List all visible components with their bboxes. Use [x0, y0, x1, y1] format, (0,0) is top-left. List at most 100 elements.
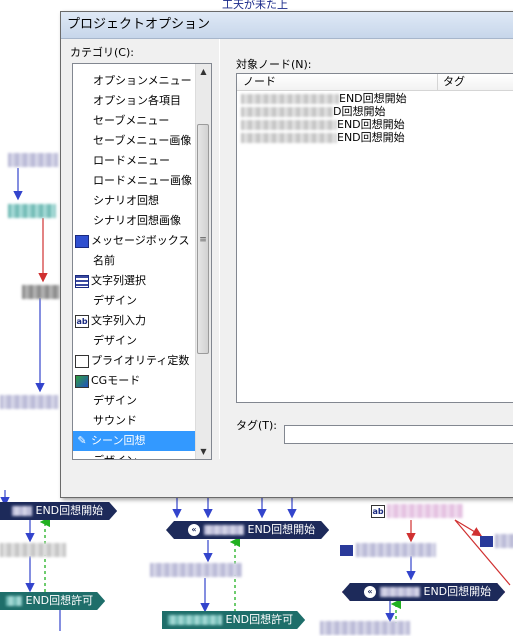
category-item[interactable]: プライオリティ定数	[73, 351, 199, 371]
category-item[interactable]: デザイン	[73, 391, 211, 411]
category-item[interactable]: メッセージボックス	[73, 231, 199, 251]
category-item[interactable]: 文字列選択	[73, 271, 199, 291]
blurred-label	[495, 534, 513, 548]
end-recall-allow-node[interactable]: END回想許可	[0, 592, 105, 610]
category-item-label: シナリオ回想	[93, 194, 159, 207]
blurred-label	[0, 543, 66, 557]
category-item[interactable]: デザイン	[73, 451, 211, 459]
message-box-icon	[75, 234, 89, 248]
flow-node[interactable]: ab	[371, 503, 463, 519]
cg-mode-icon	[75, 374, 89, 388]
dialog-title: プロジェクトオプション	[67, 17, 211, 32]
blurred-label	[241, 133, 337, 143]
flow-node[interactable]	[480, 533, 513, 549]
list-item[interactable]: END回想開始	[241, 92, 407, 105]
flow-node[interactable]	[320, 620, 410, 636]
category-item-label: セーブメニュー画像	[93, 134, 192, 147]
target-node-label: 対象ノード(N):	[236, 58, 312, 71]
category-item-label: プライオリティ定数	[91, 354, 190, 367]
flow-node-top[interactable]: 工天が未た上	[222, 0, 288, 10]
category-item-label: セーブメニュー	[93, 114, 170, 127]
category-item-label: シナリオ回想画像	[93, 214, 181, 227]
book-icon	[340, 544, 353, 556]
column-tag[interactable]: タグ	[437, 74, 465, 90]
string-input-icon: ab	[371, 504, 385, 518]
scroll-up-icon[interactable]: ▲	[196, 64, 211, 79]
category-item-label: 文字列選択	[91, 274, 146, 287]
blurred-label	[0, 395, 58, 409]
category-item[interactable]: シナリオ回想	[73, 191, 211, 211]
category-item[interactable]: 名前	[73, 251, 211, 271]
dialog-titlebar[interactable]: プロジェクトオプション	[61, 12, 513, 39]
scroll-down-icon[interactable]: ▼	[196, 444, 211, 459]
end-recall-allow-node[interactable]: END回想許可	[162, 611, 305, 629]
category-item-label: ロードメニュー	[93, 154, 170, 167]
scene-recall-icon: ✎	[77, 433, 87, 447]
string-select-icon	[75, 274, 89, 288]
category-item-label: デザイン	[93, 334, 137, 347]
list-item[interactable]: END回想開始	[241, 118, 405, 131]
category-item[interactable]: ロードメニュー画像	[73, 171, 211, 191]
flow-node[interactable]	[22, 284, 60, 300]
scroll-thumb[interactable]: ≡	[197, 124, 209, 354]
category-item[interactable]: シナリオ回想画像	[73, 211, 211, 231]
category-item-label: シーン回想	[91, 434, 146, 447]
tag-input[interactable]	[284, 425, 513, 444]
flow-node[interactable]	[8, 152, 58, 168]
category-item[interactable]: オプション各項目	[73, 91, 211, 111]
flow-node[interactable]	[340, 542, 436, 558]
category-item[interactable]: セーブメニュー画像	[73, 131, 211, 151]
flow-node[interactable]	[150, 562, 242, 578]
blurred-label	[241, 94, 339, 104]
category-item-label: デザイン	[93, 454, 137, 459]
category-item[interactable]: ab 文字列入力	[73, 311, 199, 331]
target-node-list[interactable]: ノード タグ END回想開始 D回想開始 END回想開始 END回想開始	[236, 73, 513, 403]
flow-node[interactable]	[0, 394, 58, 410]
category-item[interactable]: サウンド	[73, 411, 211, 431]
category-item[interactable]: デザイン	[73, 291, 211, 311]
end-recall-start-node[interactable]: END回想開始	[0, 502, 117, 520]
blurred-label	[12, 506, 32, 516]
tag-label: タグ(T):	[236, 419, 278, 432]
category-scrollbar[interactable]: ▲ ≡ ▼	[195, 64, 211, 459]
blurred-label	[168, 615, 222, 625]
category-item-label: メッセージボックス	[91, 234, 190, 247]
blurred-label	[204, 525, 244, 535]
blurred-label	[6, 596, 22, 606]
category-item-label: サウンド	[93, 414, 137, 427]
category-item[interactable]: ロードメニュー	[73, 151, 211, 171]
node-list-header: ノード タグ	[237, 74, 513, 91]
rewind-icon: «	[364, 586, 376, 598]
category-item-label: オプション各項目	[93, 94, 181, 107]
blurred-label	[241, 120, 337, 130]
category-item[interactable]: オプションメニュー	[73, 71, 211, 91]
column-node[interactable]: ノード	[237, 74, 438, 90]
flow-node[interactable]	[0, 542, 66, 558]
blurred-label	[22, 285, 60, 299]
category-item[interactable]: CGモード	[73, 371, 199, 391]
blurred-label	[8, 204, 56, 218]
list-item[interactable]: END回想開始	[241, 131, 405, 144]
blurred-label	[380, 587, 420, 597]
project-options-dialog: プロジェクトオプション カテゴリ(C): オプションメニュー オプション各項目 セー…	[60, 11, 513, 498]
end-recall-start-node[interactable]: « END回想開始	[342, 583, 505, 601]
category-item-label: ロードメニュー画像	[93, 174, 192, 187]
category-label: カテゴリ(C):	[70, 46, 134, 59]
book-icon	[480, 535, 493, 547]
category-item-label: 文字列入力	[91, 314, 146, 327]
category-list[interactable]: オプションメニュー オプション各項目 セーブメニューセーブメニュー画像 ロードメニュー…	[72, 63, 212, 460]
category-item-label: デザイン	[93, 294, 137, 307]
blurred-label	[320, 621, 410, 635]
category-item-label: オプションメニュー	[93, 74, 192, 87]
priority-icon	[75, 354, 89, 368]
blurred-label	[387, 504, 463, 518]
category-item[interactable]: デザイン	[73, 331, 211, 351]
category-item[interactable]: セーブメニュー	[73, 111, 211, 131]
flow-node[interactable]	[8, 203, 56, 219]
blurred-label	[8, 153, 58, 167]
category-item-label: CGモード	[91, 374, 141, 387]
end-recall-start-node[interactable]: « END回想開始	[166, 521, 329, 539]
category-item[interactable]: ✎ シーン回想	[73, 431, 199, 451]
blurred-label	[150, 563, 242, 577]
list-item[interactable]: D回想開始	[241, 105, 385, 118]
